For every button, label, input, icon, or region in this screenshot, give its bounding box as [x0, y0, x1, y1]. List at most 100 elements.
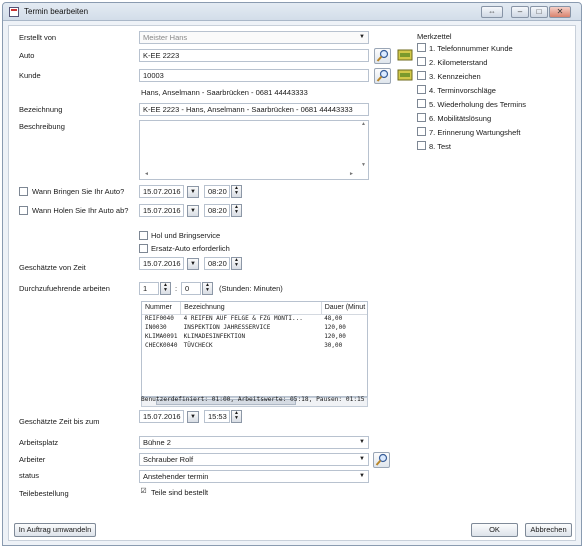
- status-label: status: [19, 471, 40, 480]
- description-textarea[interactable]: [139, 120, 369, 180]
- parts-order-label: Teilebestellung: [19, 489, 69, 498]
- notes-checkbox[interactable]: [417, 113, 426, 122]
- table-row[interactable]: IN0030 INSPEKTION JAHRESSERVICE 120,00: [142, 323, 367, 332]
- worker-select[interactable]: Schrauber Rolf ▼: [139, 453, 369, 466]
- estimated-until-label: Geschätzte Zeit bis zum: [19, 417, 100, 426]
- notes-checkbox[interactable]: [417, 43, 426, 52]
- bring-time-spinner[interactable]: ▲ ▼: [231, 185, 242, 198]
- bring-label: Wann Bringen Sie Ihr Auto?: [32, 187, 125, 196]
- search-car-button[interactable]: [374, 48, 391, 64]
- bring-checkbox[interactable]: [19, 187, 28, 196]
- hol-bring-label: Hol und Bringservice: [151, 231, 221, 240]
- customer-info: Hans, Anselmann - Saarbrücken - 0681 444…: [141, 88, 308, 97]
- notes-checkbox[interactable]: [417, 57, 426, 66]
- chevron-down-icon: ▼: [359, 34, 365, 40]
- customer-card-icon[interactable]: [397, 68, 414, 84]
- notes-checkbox[interactable]: [417, 141, 426, 150]
- chevron-down-icon: ▼: [359, 439, 365, 445]
- work-summary: Benutzerdefiniert: 01:00, Arbeitswerte: …: [141, 396, 365, 403]
- pickup-time-spinner[interactable]: ▲ ▼: [231, 204, 242, 217]
- notes-checkbox[interactable]: [417, 99, 426, 108]
- notes-item: 5. Wiederholung des Termins: [429, 100, 526, 109]
- calendar-icon: [9, 7, 19, 17]
- chevron-down-icon: ▼: [359, 456, 365, 462]
- title-bar: Termin bearbeiten ⇔ – □ ✕: [3, 3, 581, 21]
- scroll-left-icon[interactable]: ◄: [144, 171, 149, 177]
- restore-icon[interactable]: ⇔: [481, 6, 503, 18]
- customer-label: Kunde: [19, 71, 41, 80]
- estimated-from-label: Geschätzte von Zeit: [19, 263, 86, 272]
- estimated-from-dropdown[interactable]: ▼: [187, 258, 199, 270]
- convert-to-order-button[interactable]: In Auftrag umwandeln: [14, 523, 96, 537]
- worker-label: Arbeiter: [19, 455, 46, 464]
- cancel-button[interactable]: Abbrechen: [525, 523, 572, 537]
- notes-item: 2. Kilometerstand: [429, 58, 488, 67]
- duration-unit-label: (Stunden: Minuten): [219, 284, 283, 293]
- pickup-date-input[interactable]: 15.07.2016: [139, 204, 184, 217]
- column-header[interactable]: Bezeichnung: [180, 302, 322, 315]
- car-input[interactable]: K-EE 2223: [139, 49, 369, 62]
- ok-button[interactable]: OK: [471, 523, 518, 537]
- work-items-table[interactable]: Nummer Bezeichnung Dauer (Minut REIF0040…: [141, 301, 368, 397]
- close-icon[interactable]: ✕: [549, 6, 571, 18]
- bring-time-input[interactable]: 08:20: [204, 185, 230, 198]
- work-hours-spinner[interactable]: ▲ ▼: [160, 282, 171, 295]
- dialog-window: Termin bearbeiten ⇔ – □ ✕ Erstellt von M…: [2, 2, 582, 546]
- car-label: Auto: [19, 51, 35, 60]
- form-area: Erstellt von Meister Hans ▼ Auto K-EE 222…: [8, 25, 576, 541]
- bring-date-input[interactable]: 15.07.2016: [139, 185, 184, 198]
- estimated-from-time[interactable]: 08:20: [204, 257, 230, 270]
- work-duration-label: Durchzufuehrende arbeiten: [19, 284, 110, 293]
- column-header[interactable]: Dauer (Minut: [321, 302, 367, 315]
- pickup-checkbox[interactable]: [19, 206, 28, 215]
- estimated-until-spinner[interactable]: ▲ ▼: [231, 410, 242, 423]
- table-row[interactable]: REIF0040 4 REIFEN AUF FELGE & FZG MONTI..…: [142, 314, 367, 323]
- search-worker-button[interactable]: [373, 452, 390, 468]
- notes-item: 7. Erinnerung Wartungsheft: [429, 128, 521, 137]
- parts-ordered-checkbox[interactable]: ☑: [139, 488, 148, 497]
- replacement-car-label: Ersatz-Auto erforderlich: [151, 244, 230, 253]
- car-card-icon[interactable]: [397, 48, 414, 64]
- maximize-icon[interactable]: □: [530, 6, 548, 18]
- workplace-select[interactable]: Bühne 2 ▼: [139, 436, 369, 449]
- workplace-label: Arbeitsplatz: [19, 438, 59, 447]
- work-hours-input[interactable]: 1: [139, 282, 159, 295]
- scroll-up-icon[interactable]: ▲: [361, 121, 366, 127]
- notes-checkbox[interactable]: [417, 85, 426, 94]
- time-separator: :: [175, 284, 178, 293]
- chevron-down-icon: ▼: [359, 473, 365, 479]
- table-row[interactable]: KLIMA0091 KLIMADESINFEKTION 120,00: [142, 332, 367, 341]
- scroll-down-icon[interactable]: ▼: [361, 162, 366, 168]
- parts-ordered-label: Teile sind bestellt: [151, 488, 209, 497]
- estimated-from-spinner[interactable]: ▲ ▼: [231, 257, 242, 270]
- bring-date-dropdown[interactable]: ▼: [187, 186, 199, 198]
- notes-item: 6. Mobilitätslösung: [429, 114, 492, 123]
- replacement-car-checkbox[interactable]: [139, 244, 148, 253]
- description-label: Beschreibung: [19, 122, 65, 131]
- magnifier-icon: [376, 69, 389, 82]
- work-minutes-spinner[interactable]: ▲ ▼: [202, 282, 213, 295]
- estimated-from-date[interactable]: 15.07.2016: [139, 257, 184, 270]
- minimize-icon[interactable]: –: [511, 6, 529, 18]
- notes-checkbox[interactable]: [417, 71, 426, 80]
- customer-input[interactable]: 10003: [139, 69, 369, 82]
- magnifier-icon: [376, 49, 389, 62]
- status-select[interactable]: Anstehender termin ▼: [139, 470, 369, 483]
- notes-checkbox[interactable]: [417, 127, 426, 136]
- table-row[interactable]: CHECK0040 TÜVCHECK 30,00: [142, 341, 367, 350]
- scroll-right-icon[interactable]: ►: [349, 171, 354, 177]
- designation-input[interactable]: K-EE 2223 - Hans, Anselmann - Saarbrücke…: [139, 103, 369, 116]
- window-title: Termin bearbeiten: [24, 7, 89, 16]
- magnifier-icon: [375, 453, 388, 466]
- hol-bring-checkbox[interactable]: [139, 231, 148, 240]
- work-minutes-input[interactable]: 0: [181, 282, 201, 295]
- pickup-time-input[interactable]: 08:20: [204, 204, 230, 217]
- estimated-until-date[interactable]: 15.07.2016: [139, 410, 184, 423]
- search-customer-button[interactable]: [374, 68, 391, 84]
- estimated-until-time[interactable]: 15:53: [204, 410, 230, 423]
- column-header[interactable]: Nummer: [142, 302, 182, 315]
- notes-title: Merkzettel: [417, 32, 452, 41]
- notes-item: 4. Terminvorschläge: [429, 86, 496, 95]
- pickup-date-dropdown[interactable]: ▼: [187, 205, 199, 217]
- estimated-until-dropdown[interactable]: ▼: [187, 411, 199, 423]
